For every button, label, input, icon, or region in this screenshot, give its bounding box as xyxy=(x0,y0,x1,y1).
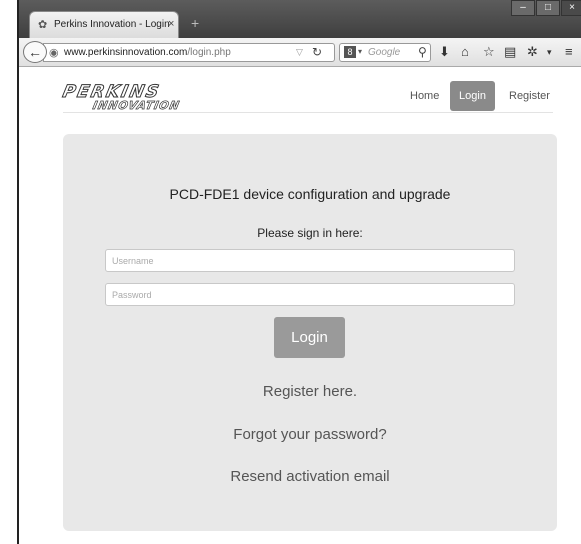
bookmarks-menu-icon[interactable]: ▤ xyxy=(504,44,516,60)
nav-login-link[interactable]: Login xyxy=(450,81,495,111)
tab-title: Perkins Innovation - Login xyxy=(54,19,170,30)
search-bar[interactable]: 8 ▾ Google ⚲ xyxy=(339,43,431,62)
address-bar[interactable]: ◉ www.perkinsinnovation.com/login.php ▽ … xyxy=(43,43,335,62)
menu-icon[interactable]: ≡ xyxy=(565,44,573,60)
nav-register-link[interactable]: Register xyxy=(509,90,550,102)
search-input[interactable]: Google xyxy=(368,47,400,58)
page-content: PERKINS INNOVATION Home Login Register P… xyxy=(19,68,581,544)
search-engine-icon[interactable]: 8 xyxy=(344,46,356,58)
header-divider xyxy=(63,112,553,113)
addon-icon[interactable]: ✲ xyxy=(527,44,538,60)
bookmark-star-icon[interactable]: ☆ xyxy=(483,44,495,60)
back-button-icon[interactable]: ← xyxy=(23,41,47,63)
sign-in-prompt: Please sign in here: xyxy=(257,226,363,240)
reload-icon[interactable]: ↻ xyxy=(312,45,322,59)
favicon-icon: ✿ xyxy=(38,19,48,31)
login-panel: PCD-FDE1 device configuration and upgrad… xyxy=(63,134,557,531)
url-text: www.perkinsinnovation.com/login.php xyxy=(64,47,231,58)
browser-tab[interactable]: ✿ Perkins Innovation - Login × xyxy=(29,11,179,38)
page-title: PCD-FDE1 device configuration and upgrad… xyxy=(169,186,451,202)
browser-window: ✿ Perkins Innovation - Login × + – □ × ◉… xyxy=(17,0,581,544)
site-logo[interactable]: PERKINS INNOVATION xyxy=(60,82,181,116)
close-window-button[interactable]: × xyxy=(561,0,581,16)
search-icon[interactable]: ⚲ xyxy=(418,45,427,59)
tab-close-icon[interactable]: × xyxy=(168,18,174,30)
site-identity-icon[interactable]: ◉ xyxy=(49,46,59,59)
username-field[interactable] xyxy=(105,249,515,272)
search-engine-dropdown-icon[interactable]: ▾ xyxy=(358,47,362,56)
addon-dropdown-icon[interactable]: ▾ xyxy=(547,44,552,60)
logo-text-secondary: INNOVATION xyxy=(91,99,182,113)
register-link[interactable]: Register here. xyxy=(63,383,557,400)
home-icon[interactable]: ⌂ xyxy=(461,44,469,60)
password-field[interactable] xyxy=(105,283,515,306)
maximize-button[interactable]: □ xyxy=(536,0,560,16)
tab-strip: ✿ Perkins Innovation - Login × + – □ × xyxy=(19,0,581,38)
navigation-bar: ◉ www.perkinsinnovation.com/login.php ▽ … xyxy=(19,38,581,67)
resend-activation-link[interactable]: Resend activation email xyxy=(63,468,557,485)
login-button[interactable]: Login xyxy=(274,317,345,358)
url-history-dropdown-icon[interactable]: ▽ xyxy=(296,47,303,58)
download-icon[interactable]: ⬇ xyxy=(439,44,450,60)
nav-home-link[interactable]: Home xyxy=(410,90,439,102)
forgot-password-link[interactable]: Forgot your password? xyxy=(63,426,557,443)
new-tab-button[interactable]: + xyxy=(191,16,199,30)
minimize-button[interactable]: – xyxy=(511,0,535,16)
